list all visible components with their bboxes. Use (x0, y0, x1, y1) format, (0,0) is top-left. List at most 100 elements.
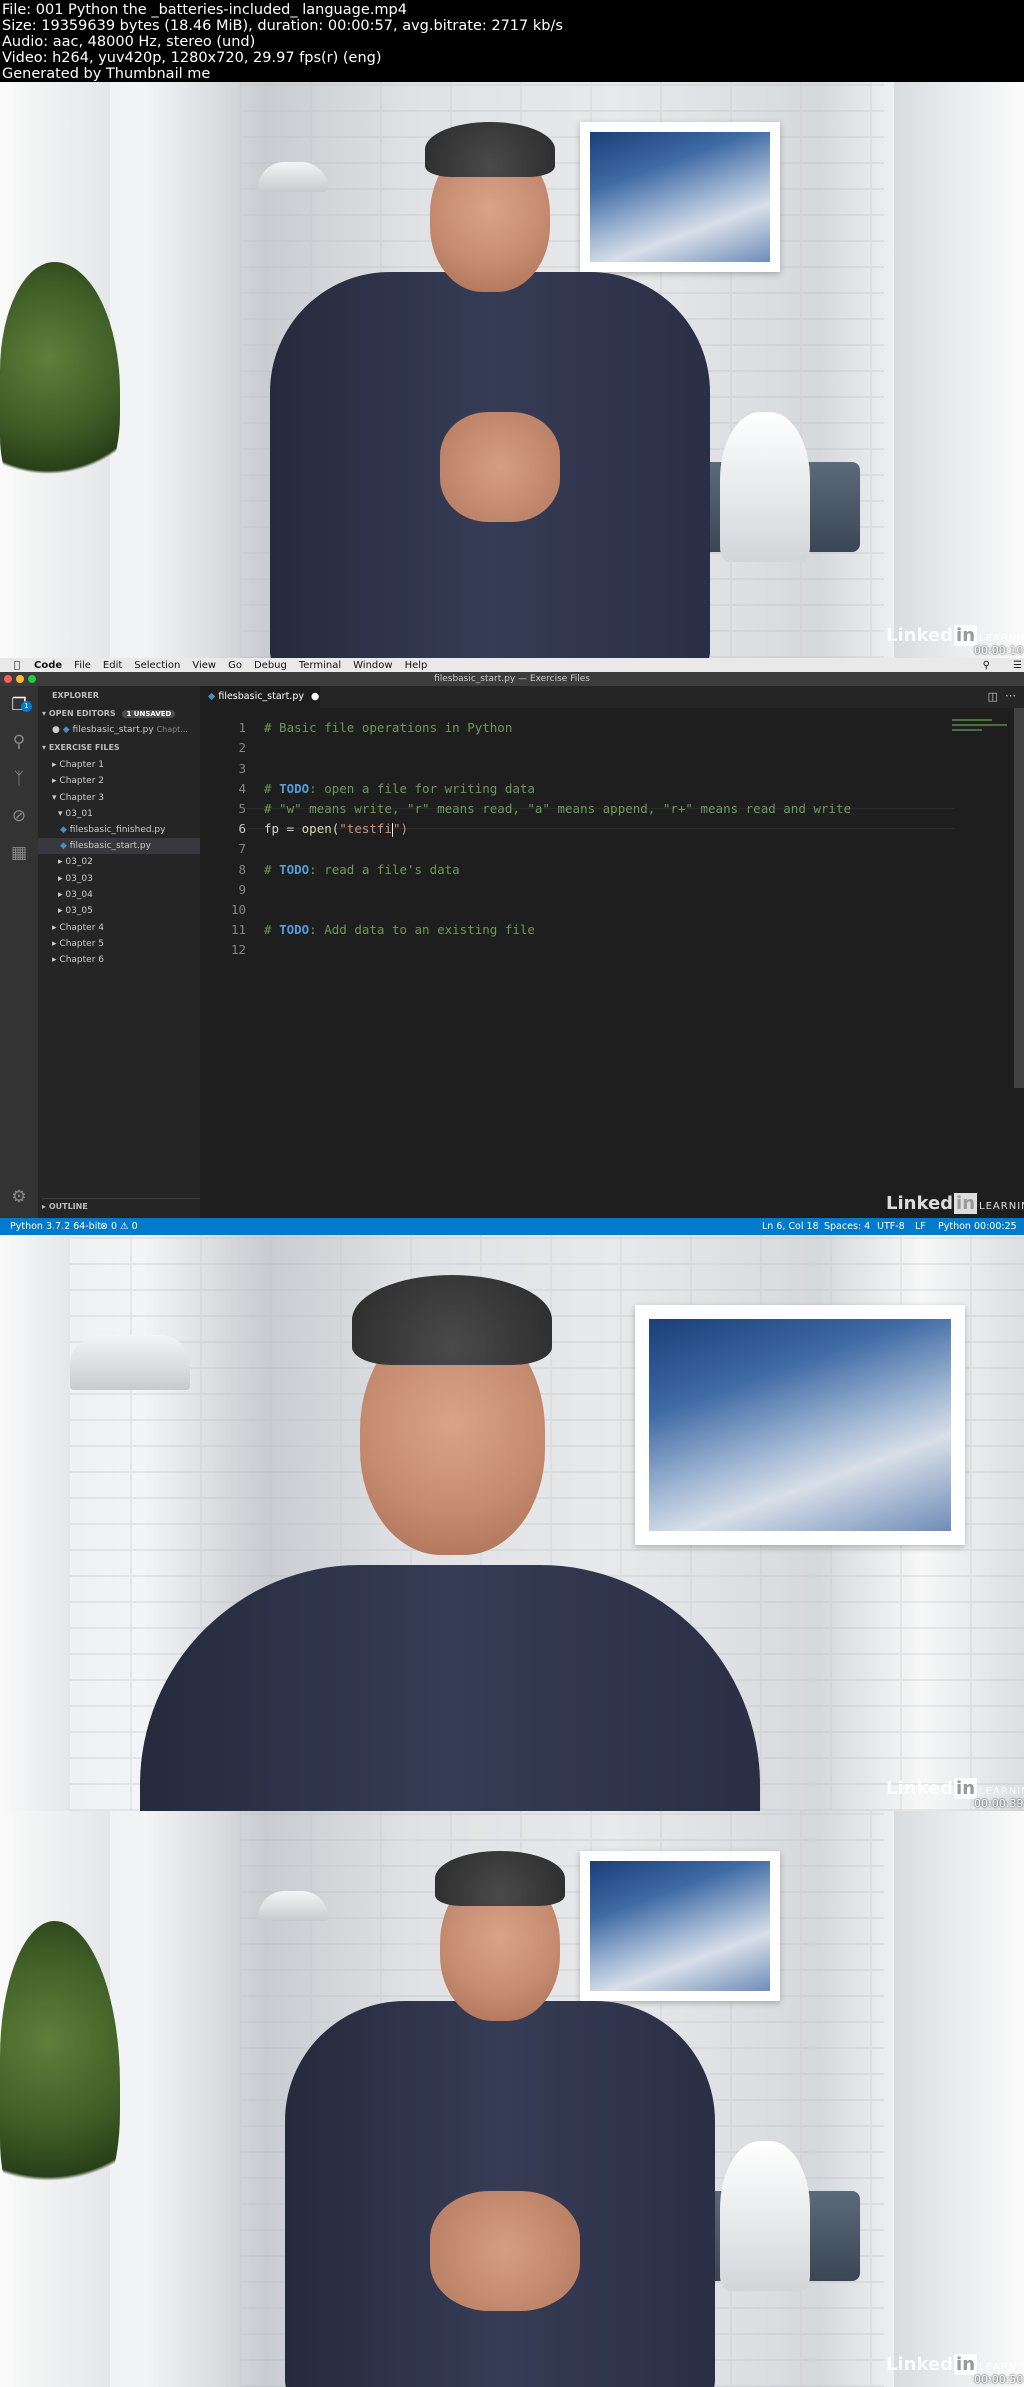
timestamp: 00:00:50 (974, 2373, 1024, 2386)
source-control-icon[interactable]: ᛉ (0, 760, 38, 797)
unsaved-dot-icon[interactable]: ● (311, 691, 319, 702)
audio-line: Audio: aac, 48000 Hz, stereo (und) (2, 34, 256, 50)
zoom-window-button[interactable] (28, 675, 36, 683)
chevron-right-icon: ▸ (52, 955, 57, 965)
line-number: 7 (238, 841, 246, 856)
chevron-right-icon: ▸ (52, 776, 57, 786)
file-info-header: File: 001 Python the _batteries-included… (0, 0, 1024, 82)
split-editor-icon[interactable]: ◫ (988, 690, 998, 703)
tree-item-chapter-6[interactable]: ▸ Chapter 6 (52, 952, 104, 968)
cursor-position[interactable]: Ln 6, Col 18 (762, 1218, 819, 1235)
tree-item-03-04[interactable]: ▸ 03_04 (58, 887, 93, 903)
tree-item-chapter-3[interactable]: ▾ Chapter 3 (52, 790, 104, 806)
chevron-right-icon: ▸ (58, 906, 63, 916)
python-interpreter[interactable]: Python 3.7.2 64-bit (10, 1218, 101, 1235)
tree-item-chapter-5[interactable]: ▸ Chapter 5 (52, 936, 104, 952)
extensions-icon[interactable]: ▦ (0, 834, 38, 871)
menu-window[interactable]: Window (353, 660, 392, 671)
search-icon[interactable]: ⚲ (983, 660, 990, 671)
chair (720, 2141, 810, 2291)
timestamp: 00:00:10 (974, 644, 1024, 657)
editor-tab-bar: ◆ filesbasic_start.py ● ◫ ⋯ (200, 686, 1024, 708)
line-ending[interactable]: LF (915, 1218, 926, 1235)
open-editors-label: OPEN EDITORS (48, 709, 116, 718)
menu-app-code[interactable]: Code (34, 660, 62, 671)
open-editors-header[interactable]: ▾ OPEN EDITORS 1 UNSAVED (42, 706, 176, 722)
generated-line: Generated by Thumbnail me (2, 66, 211, 82)
tree-item-chapter-2[interactable]: ▸ Chapter 2 (52, 773, 104, 789)
tree-item-03-03[interactable]: ▸ 03_03 (58, 871, 93, 887)
timestamp: 00:00:39 (974, 1797, 1024, 1810)
open-editor-item[interactable]: ● ◆ filesbasic_start.py Chapt... (52, 722, 188, 738)
open-editor-filename: filesbasic_start.py (72, 725, 154, 735)
menu-list-icon[interactable]: ☰ (1013, 660, 1022, 671)
tree-item-03-02[interactable]: ▸ 03_02 (58, 854, 93, 870)
search-icon[interactable]: ⚲ (0, 723, 38, 760)
left-window (0, 1235, 70, 1811)
presenter (140, 1275, 760, 1811)
python-file-icon: ◆ (62, 725, 70, 735)
file-name-line: File: 001 Python the _batteries-included… (2, 2, 407, 18)
chevron-down-icon: ▾ (42, 709, 47, 718)
tree-item-chapter-1[interactable]: ▸ Chapter 1 (52, 757, 104, 773)
explorer-icon[interactable]: ❐ 1 (0, 686, 38, 723)
line-number: 11 (230, 922, 246, 937)
linkedin-learning-watermark: LinkedinLEARNING (886, 2354, 1024, 2375)
line-number: 3 (238, 761, 246, 776)
macos-menubar:  Code File Edit Selection View Go Debug… (0, 658, 1024, 672)
window-controls (4, 675, 36, 683)
tab-filesbasic-start[interactable]: ◆ filesbasic_start.py ● (200, 686, 320, 708)
status-bar: Python 3.7.2 64-bit ⊗ 0 ⚠ 0 Ln 6, Col 18… (0, 1218, 1024, 1235)
editor-scrollbar[interactable] (1014, 708, 1024, 1088)
tree-item-03-05[interactable]: ▸ 03_05 (58, 903, 93, 919)
menu-help[interactable]: Help (405, 660, 428, 671)
line-number: 4 (238, 781, 246, 796)
chevron-right-icon: ▸ (52, 760, 57, 770)
python-file-icon: ◆ (60, 841, 67, 851)
chevron-down-icon: ▾ (52, 793, 57, 803)
workspace-header[interactable]: ▾ EXERCISE FILES (42, 740, 120, 756)
gear-icon[interactable]: ⚙ (0, 1178, 38, 1215)
linkedin-learning-watermark: LinkedinLEARNING (886, 1778, 1024, 1799)
chevron-right-icon: ▸ (42, 1202, 47, 1211)
chair (720, 412, 810, 562)
debug-icon[interactable]: ⊘ (0, 797, 38, 834)
tree-item-chapter-4[interactable]: ▸ Chapter 4 (52, 920, 104, 936)
code-line-5: # "w" means write, "r" means read, "a" m… (264, 801, 851, 816)
menu-view[interactable]: View (192, 660, 216, 671)
encoding[interactable]: UTF-8 (877, 1218, 905, 1235)
outline-header[interactable]: ▸ OUTLINE (42, 1198, 200, 1215)
code-line-6: fp = open("testfi") (264, 821, 409, 837)
line-number: 12 (230, 942, 246, 957)
menu-edit[interactable]: Edit (103, 660, 122, 671)
indentation[interactable]: Spaces: 4 (824, 1218, 870, 1235)
tree-item-filesbasic-start[interactable]: ◆ filesbasic_start.py (38, 838, 200, 854)
minimap[interactable] (952, 716, 1012, 746)
presenter (285, 1851, 715, 2387)
tree-item-filesbasic-finished[interactable]: ◆ filesbasic_finished.py (60, 822, 165, 838)
python-file-icon: ◆ (208, 691, 216, 702)
apple-icon[interactable]:  (14, 660, 20, 671)
video-frame-1: LinkedinLEARNING 00:00:10 (0, 82, 1024, 658)
line-number: 6 (238, 821, 246, 836)
more-actions-icon[interactable]: ⋯ (1005, 689, 1016, 702)
line-number: 8 (238, 862, 246, 877)
menu-file[interactable]: File (74, 660, 91, 671)
close-window-button[interactable] (4, 675, 12, 683)
problems-indicator[interactable]: ⊗ 0 ⚠ 0 (100, 1218, 138, 1235)
unsaved-dot-icon: ● (52, 725, 60, 735)
menu-go[interactable]: Go (228, 660, 242, 671)
code-editor[interactable]: 1 2 3 4 5 6 7 8 9 10 11 12 # Basic file … (200, 708, 1024, 1218)
menu-terminal[interactable]: Terminal (299, 660, 341, 671)
video-line: Video: h264, yuv420p, 1280x720, 29.97 fp… (2, 50, 382, 66)
language-mode[interactable]: Python (938, 1218, 971, 1235)
minimize-window-button[interactable] (16, 675, 24, 683)
menu-debug[interactable]: Debug (254, 660, 287, 671)
tree-item-03-01[interactable]: ▾ 03_01 (58, 806, 93, 822)
chevron-right-icon: ▸ (58, 874, 63, 884)
video-frame-4: LinkedinLEARNING 00:00:50 (0, 1811, 1024, 2387)
file-size-line: Size: 19359639 bytes (18.46 MiB), durati… (2, 18, 563, 34)
menu-selection[interactable]: Selection (134, 660, 180, 671)
chevron-right-icon: ▸ (52, 923, 57, 933)
line-number: 2 (238, 740, 246, 755)
